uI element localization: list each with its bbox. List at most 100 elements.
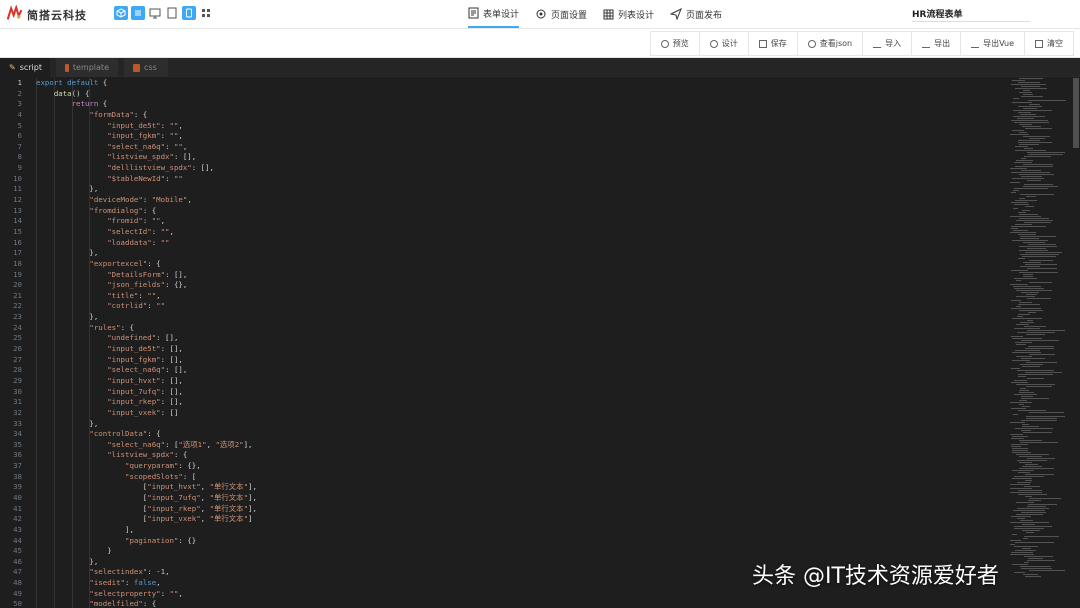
minimap-line — [1024, 562, 1029, 563]
minimap-line — [1024, 556, 1053, 557]
minimap[interactable] — [1010, 78, 1072, 588]
code-line[interactable]: 25 "undefined": [], — [0, 333, 1010, 344]
minimap-line — [1012, 534, 1017, 535]
code-line[interactable]: 43 ], — [0, 525, 1010, 536]
line-number: 10 — [13, 173, 22, 183]
minimap-line — [1020, 520, 1033, 521]
code-line[interactable]: 35 "select_na6q": ["选项1", "选项2"], — [0, 440, 1010, 451]
nav-page-publish[interactable]: 页面发布 — [670, 0, 722, 28]
code-line[interactable]: 13 "fromdialog": { — [0, 206, 1010, 217]
code-line[interactable]: 14 "fromid": "", — [0, 216, 1010, 227]
view-json-button[interactable]: 查看json — [796, 32, 862, 55]
scrollbar-thumb[interactable] — [1073, 78, 1079, 148]
minimap-line — [1021, 398, 1049, 399]
code-line[interactable]: 12 "deviceMode": "Mobile", — [0, 195, 1010, 206]
code-line[interactable]: 31 "input_rkep": [], — [0, 397, 1010, 408]
line-source: "selectId": "", — [107, 226, 174, 236]
code-line[interactable]: 7 "select_na6q": "", — [0, 142, 1010, 153]
code-line[interactable]: 34 "controlData": { — [0, 429, 1010, 440]
code-line[interactable]: 36 "listview_spdx": { — [0, 450, 1010, 461]
code-line[interactable]: 30 "input_7ufq": [], — [0, 387, 1010, 398]
code-line[interactable]: 4 "formData": { — [0, 110, 1010, 121]
code-line[interactable]: 8 "listview_spdx": [], — [0, 152, 1010, 163]
code-line[interactable]: 26 "input_de5t": [], — [0, 344, 1010, 355]
code-line[interactable]: 23 }, — [0, 312, 1010, 323]
code-line[interactable]: 33 }, — [0, 419, 1010, 430]
import-button[interactable]: 导入 — [862, 32, 911, 55]
export-button[interactable]: 导出 — [911, 32, 960, 55]
code-line[interactable]: 9 "delllistview_spdx": [], — [0, 163, 1010, 174]
minimap-line — [1026, 196, 1036, 197]
line-source: "input_7ufq": [], — [107, 386, 183, 396]
code-line[interactable]: 15 "selectId": "", — [0, 227, 1010, 238]
line-number: 31 — [13, 397, 22, 407]
minimap-line — [1015, 146, 1028, 147]
save-button[interactable]: 保存 — [747, 32, 797, 55]
nav-label: 页面设置 — [551, 10, 588, 21]
line-number: 19 — [13, 269, 22, 279]
code-line[interactable]: 6 "input_fgkm": "", — [0, 131, 1010, 142]
preview-button[interactable]: 预览 — [651, 32, 699, 55]
code-line[interactable]: 10 "$tableNewId": "" — [0, 174, 1010, 185]
tablet-icon[interactable] — [165, 6, 179, 20]
code-line[interactable]: 42 ["input_vxek", "单行文本"] — [0, 514, 1010, 525]
form-name-input[interactable]: HR流程表单 — [912, 5, 1030, 22]
export-vue-button[interactable]: 导出Vue — [960, 32, 1024, 55]
nav-form-design[interactable]: 表单设计 — [468, 0, 520, 28]
nav-list-design[interactable]: 列表设计 — [603, 0, 654, 28]
nav-page-settings[interactable]: 页面设置 — [535, 0, 587, 28]
code-line[interactable]: 2 data() { — [0, 89, 1010, 100]
pencil-icon: ✎ — [9, 63, 16, 72]
design-button[interactable]: 设计 — [698, 32, 748, 55]
code-area[interactable]: 1 export default {2 data() {3 return {4 "… — [0, 78, 1010, 608]
code-line[interactable]: 49 "selectproperty": "", — [0, 589, 1010, 600]
code-line[interactable]: 24 "rules": { — [0, 323, 1010, 334]
code-line[interactable]: 44 "pagination": {} — [0, 536, 1010, 547]
qr-grid-icon[interactable] — [199, 6, 213, 20]
minimap-line — [1017, 518, 1025, 519]
minimap-line — [1012, 80, 1025, 81]
minimap-line — [1025, 206, 1034, 207]
minimap-line — [1015, 342, 1032, 343]
tab-template[interactable]: template — [56, 58, 118, 77]
clear-button[interactable]: 清空 — [1024, 32, 1073, 55]
code-line[interactable]: 1 export default { — [0, 78, 1010, 89]
code-line[interactable]: 3 return { — [0, 99, 1010, 110]
code-line[interactable]: 20 "json_fields": {}, — [0, 280, 1010, 291]
code-line[interactable]: 28 "select_na6q": [], — [0, 365, 1010, 376]
code-line[interactable]: 21 "title": "", — [0, 291, 1010, 302]
code-line[interactable]: 16 "loaddata": "" — [0, 238, 1010, 249]
code-line[interactable]: 40 ["input_7ufq", "单行文本"], — [0, 493, 1010, 504]
line-number: 33 — [13, 418, 22, 428]
scrollbar-track[interactable] — [1072, 78, 1080, 608]
cube-view-icon[interactable] — [114, 6, 128, 20]
tab-css[interactable]: css — [124, 58, 168, 77]
code-line[interactable]: 29 "input_hvxt": [], — [0, 376, 1010, 387]
code-line[interactable]: 38 "scopedSlots": [ — [0, 472, 1010, 483]
code-line[interactable]: 17 }, — [0, 248, 1010, 259]
code-line[interactable]: 27 "input_fgkm": [], — [0, 355, 1010, 366]
code-line[interactable]: 41 ["input_rkep", "单行文本"], — [0, 504, 1010, 515]
code-line[interactable]: 45 } — [0, 546, 1010, 557]
minimap-line — [1027, 506, 1046, 507]
code-line[interactable]: 18 "exportexcel": { — [0, 259, 1010, 270]
minimap-line — [1019, 132, 1027, 133]
code-line[interactable]: 37 "queryparam": {}, — [0, 461, 1010, 472]
minimap-line — [1023, 186, 1058, 187]
list-view-icon[interactable] — [131, 6, 145, 20]
code-line[interactable]: 19 "DetailsForm": [], — [0, 270, 1010, 281]
code-line[interactable]: 32 "input_vxek": [] — [0, 408, 1010, 419]
minimap-line — [1023, 276, 1033, 277]
minimap-line — [1020, 194, 1054, 195]
minimap-line — [1020, 566, 1051, 567]
tab-script[interactable]: ✎ script — [0, 58, 50, 77]
code-line[interactable]: 39 ["input_hvxt", "单行文本"], — [0, 482, 1010, 493]
code-line[interactable]: 11 }, — [0, 184, 1010, 195]
minimap-line — [1020, 238, 1039, 239]
gear-icon — [709, 39, 718, 48]
code-line[interactable]: 50 "modelfiled": { — [0, 599, 1010, 608]
mobile-icon[interactable] — [182, 6, 196, 20]
desktop-icon[interactable] — [148, 6, 162, 20]
code-line[interactable]: 22 "cotrlid": "" — [0, 301, 1010, 312]
code-line[interactable]: 5 "input_de5t": "", — [0, 121, 1010, 132]
